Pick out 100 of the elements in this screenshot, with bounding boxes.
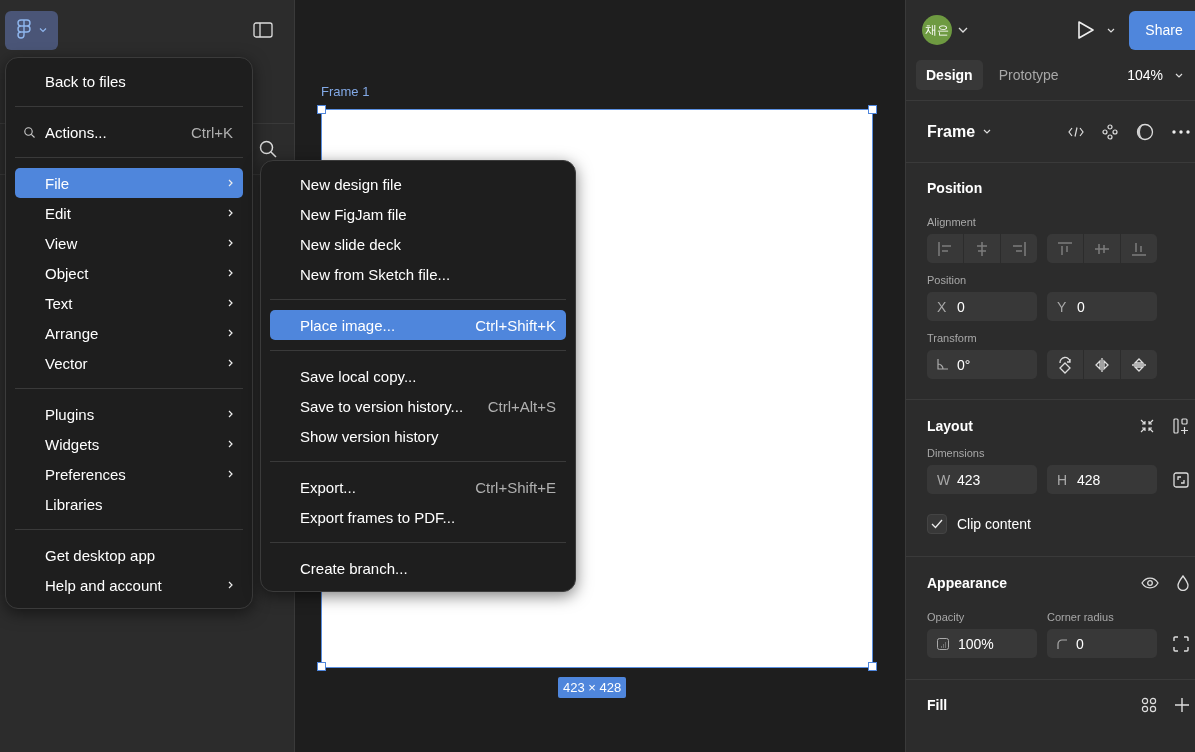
rotation-field[interactable]: 0° (927, 350, 1037, 379)
align-bottom-icon (1131, 240, 1147, 257)
menu-item[interactable]: New slide deck (270, 229, 566, 259)
menu-item[interactable]: Save to version history... Ctrl+Alt+S (270, 391, 566, 421)
checkmark-icon (931, 519, 943, 529)
drop-icon[interactable] (1177, 575, 1189, 591)
code-icon[interactable] (1068, 126, 1084, 137)
chevron-down-icon[interactable] (1175, 72, 1183, 78)
chevron-right-icon (228, 329, 233, 337)
keyboard-shortcut: Ctrl+Shift+E (475, 478, 556, 496)
panel-tab[interactable]: Design (916, 60, 983, 90)
mask-icon[interactable] (1136, 122, 1154, 141)
checkbox[interactable] (927, 514, 947, 534)
size-badge: 423 × 428 (558, 677, 627, 698)
resize-handle[interactable] (317, 662, 326, 671)
x-field[interactable]: X 0 (927, 292, 1037, 321)
menu-item[interactable]: Text (15, 288, 243, 318)
menu-item[interactable]: New from Sketch file... (270, 259, 566, 289)
component-icon[interactable] (1102, 123, 1118, 140)
menu-item[interactable]: Get desktop app (15, 540, 243, 570)
styles-icon[interactable] (1141, 697, 1157, 713)
menu-item[interactable]: Export frames to PDF... (270, 502, 566, 532)
search-icon (24, 127, 35, 138)
keyboard-shortcut: Ctrl+K (190, 123, 233, 141)
search-icon[interactable] (259, 140, 277, 158)
menu-item[interactable]: Object (15, 258, 243, 288)
section-title: Appearance (927, 575, 1008, 591)
zoom-level[interactable]: 104% (1127, 67, 1163, 83)
flip-vertical-icon (1132, 356, 1146, 373)
selection-type-label[interactable]: Frame (927, 122, 976, 141)
field-caption: Opacity (927, 611, 966, 623)
collapse-arrows-icon[interactable] (1139, 418, 1155, 434)
chevron-right-icon (228, 299, 233, 307)
y-field[interactable]: Y 0 (1047, 292, 1157, 321)
menu-item[interactable]: Widgets (15, 429, 243, 459)
menu-item[interactable]: File (15, 168, 243, 198)
corner-radius-field[interactable]: 0 (1047, 629, 1157, 658)
more-icon[interactable] (1172, 129, 1190, 134)
chevron-right-icon (228, 470, 233, 478)
corner-radius-icon (1057, 638, 1067, 649)
add-icon[interactable] (1175, 698, 1189, 712)
resize-handle[interactable] (868, 662, 877, 671)
menu-item[interactable]: Vector (15, 348, 243, 378)
chevron-down-icon[interactable] (983, 129, 992, 134)
flip-vertical-button[interactable] (1121, 350, 1157, 379)
chevron-down-icon[interactable] (1107, 27, 1115, 33)
flip-horizontal-button[interactable] (1084, 350, 1120, 379)
menu-item[interactable]: New FigJam file (270, 199, 566, 229)
menu-item[interactable]: Back to files (15, 66, 243, 96)
menu-item[interactable]: Export... Ctrl+Shift+E (270, 472, 566, 502)
height-field[interactable]: H 428 (1047, 465, 1157, 494)
field-caption: Corner radius (1047, 611, 1115, 623)
resize-icon[interactable] (1173, 471, 1189, 488)
auto-layout-icon[interactable] (1173, 417, 1189, 435)
play-icon[interactable] (1077, 20, 1095, 40)
chevron-right-icon (228, 179, 233, 187)
chevron-down-icon[interactable] (958, 27, 968, 33)
chevron-right-icon (228, 209, 233, 217)
menu-item[interactable]: View (15, 228, 243, 258)
menu-item[interactable]: Arrange (15, 318, 243, 348)
resize-handle[interactable] (868, 105, 877, 114)
menu-item[interactable]: Save local copy... (270, 361, 566, 391)
menu-item[interactable]: Place image... Ctrl+Shift+K (270, 310, 566, 340)
flip-horizontal-icon (1094, 357, 1110, 372)
sidebar-toggle-icon[interactable] (253, 22, 273, 38)
align-center-icon (974, 240, 990, 257)
align-left-icon (937, 240, 953, 257)
main-menu-button[interactable] (5, 10, 58, 50)
rotate-button[interactable] (1047, 350, 1083, 379)
chevron-right-icon (228, 581, 233, 589)
opacity-icon (937, 637, 949, 650)
menu-item[interactable]: Edit (15, 198, 243, 228)
menu-item[interactable]: New design file (270, 169, 566, 199)
chevron-right-icon (228, 440, 233, 448)
menu-item[interactable]: Show version history (270, 421, 566, 451)
field-caption: Position (927, 274, 968, 286)
menu-item[interactable]: Actions... Ctrl+K (15, 117, 243, 147)
opacity-field[interactable]: 100% (927, 629, 1037, 658)
menu-item[interactable]: Libraries (15, 489, 243, 519)
section-title: Layout (927, 418, 973, 434)
angle-icon (937, 359, 948, 370)
share-button[interactable]: Share (1129, 10, 1195, 50)
menu-item[interactable]: Plugins (15, 399, 243, 429)
clip-content-checkbox[interactable]: Clip content (927, 514, 1195, 534)
width-field[interactable]: W 423 (927, 465, 1037, 494)
chevron-right-icon (228, 410, 233, 418)
eye-icon[interactable] (1141, 577, 1159, 589)
field-prefix: X (937, 298, 948, 315)
panel-tab[interactable]: Prototype (988, 60, 1069, 90)
logo-icon (16, 19, 31, 41)
menu-item[interactable]: Help and account (15, 570, 243, 600)
field-caption: Dimensions (927, 447, 986, 459)
chevron-right-icon (228, 269, 233, 277)
frame-name-label[interactable]: Frame 1 (321, 84, 370, 99)
section-title: Fill (927, 697, 948, 713)
resize-handle[interactable] (317, 105, 326, 114)
menu-item[interactable]: Preferences (15, 459, 243, 489)
menu-item[interactable]: Create branch... (270, 553, 566, 583)
section-title: Position (927, 180, 984, 196)
corners-icon[interactable] (1173, 635, 1189, 652)
